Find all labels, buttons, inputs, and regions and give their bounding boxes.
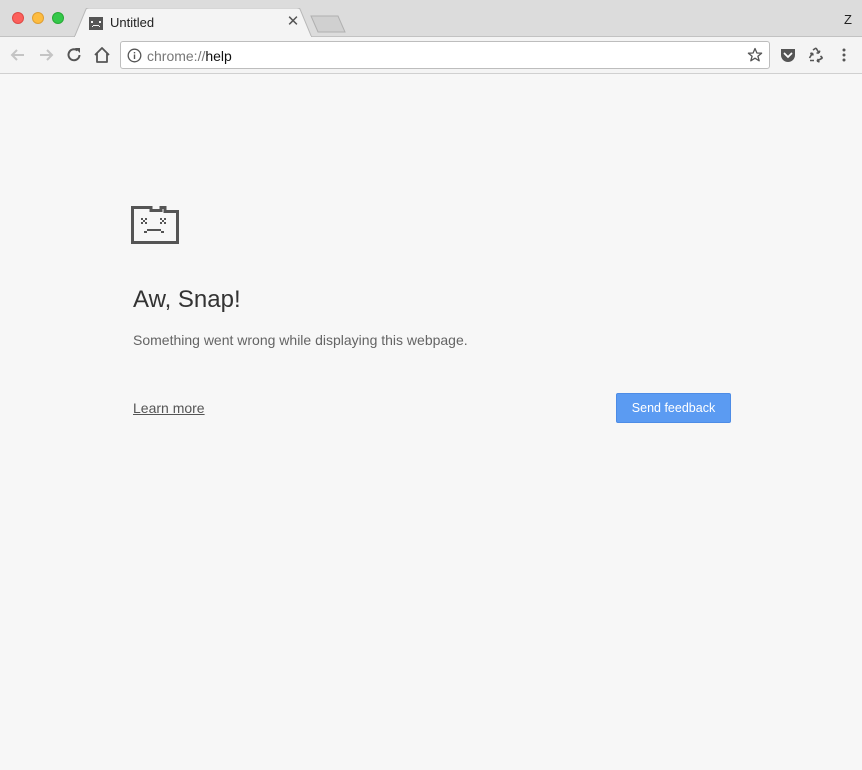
url-scheme: chrome:// xyxy=(147,48,206,64)
sad-tab-icon xyxy=(131,206,179,244)
toolbar: chrome://help xyxy=(0,37,862,74)
page-content: Aw, Snap! Something went wrong while dis… xyxy=(0,74,862,770)
window-zoom-button[interactable] xyxy=(52,12,64,24)
kebab-menu-icon[interactable] xyxy=(835,46,853,64)
star-icon[interactable] xyxy=(747,47,763,63)
reload-icon[interactable] xyxy=(64,45,84,65)
tab-untitled[interactable]: Untitled ✕ xyxy=(74,8,312,38)
home-icon[interactable] xyxy=(92,45,112,65)
send-feedback-button[interactable]: Send feedback xyxy=(616,393,731,423)
url-text: chrome://help xyxy=(147,48,232,64)
tab-title: Untitled xyxy=(110,15,155,30)
window-minimize-button[interactable] xyxy=(32,12,44,24)
new-tab-button[interactable] xyxy=(310,15,346,33)
arrow-left-icon[interactable] xyxy=(8,45,28,65)
info-icon[interactable] xyxy=(127,48,142,63)
url-host: help xyxy=(205,48,232,64)
learn-more-link[interactable]: Learn more xyxy=(133,400,205,416)
sad-tab-icon xyxy=(89,17,103,30)
address-bar[interactable]: chrome://help xyxy=(120,41,770,69)
error-message: Something went wrong while displaying th… xyxy=(133,332,468,348)
profile-button[interactable]: Z xyxy=(844,12,852,27)
recycle-icon[interactable] xyxy=(807,46,825,64)
arrow-right-icon[interactable] xyxy=(36,45,56,65)
error-heading: Aw, Snap! xyxy=(133,286,241,313)
pocket-icon[interactable] xyxy=(779,46,797,64)
close-icon[interactable]: ✕ xyxy=(286,14,300,29)
window-close-button[interactable] xyxy=(12,12,24,24)
title-bar: Untitled ✕ Z xyxy=(0,0,862,38)
